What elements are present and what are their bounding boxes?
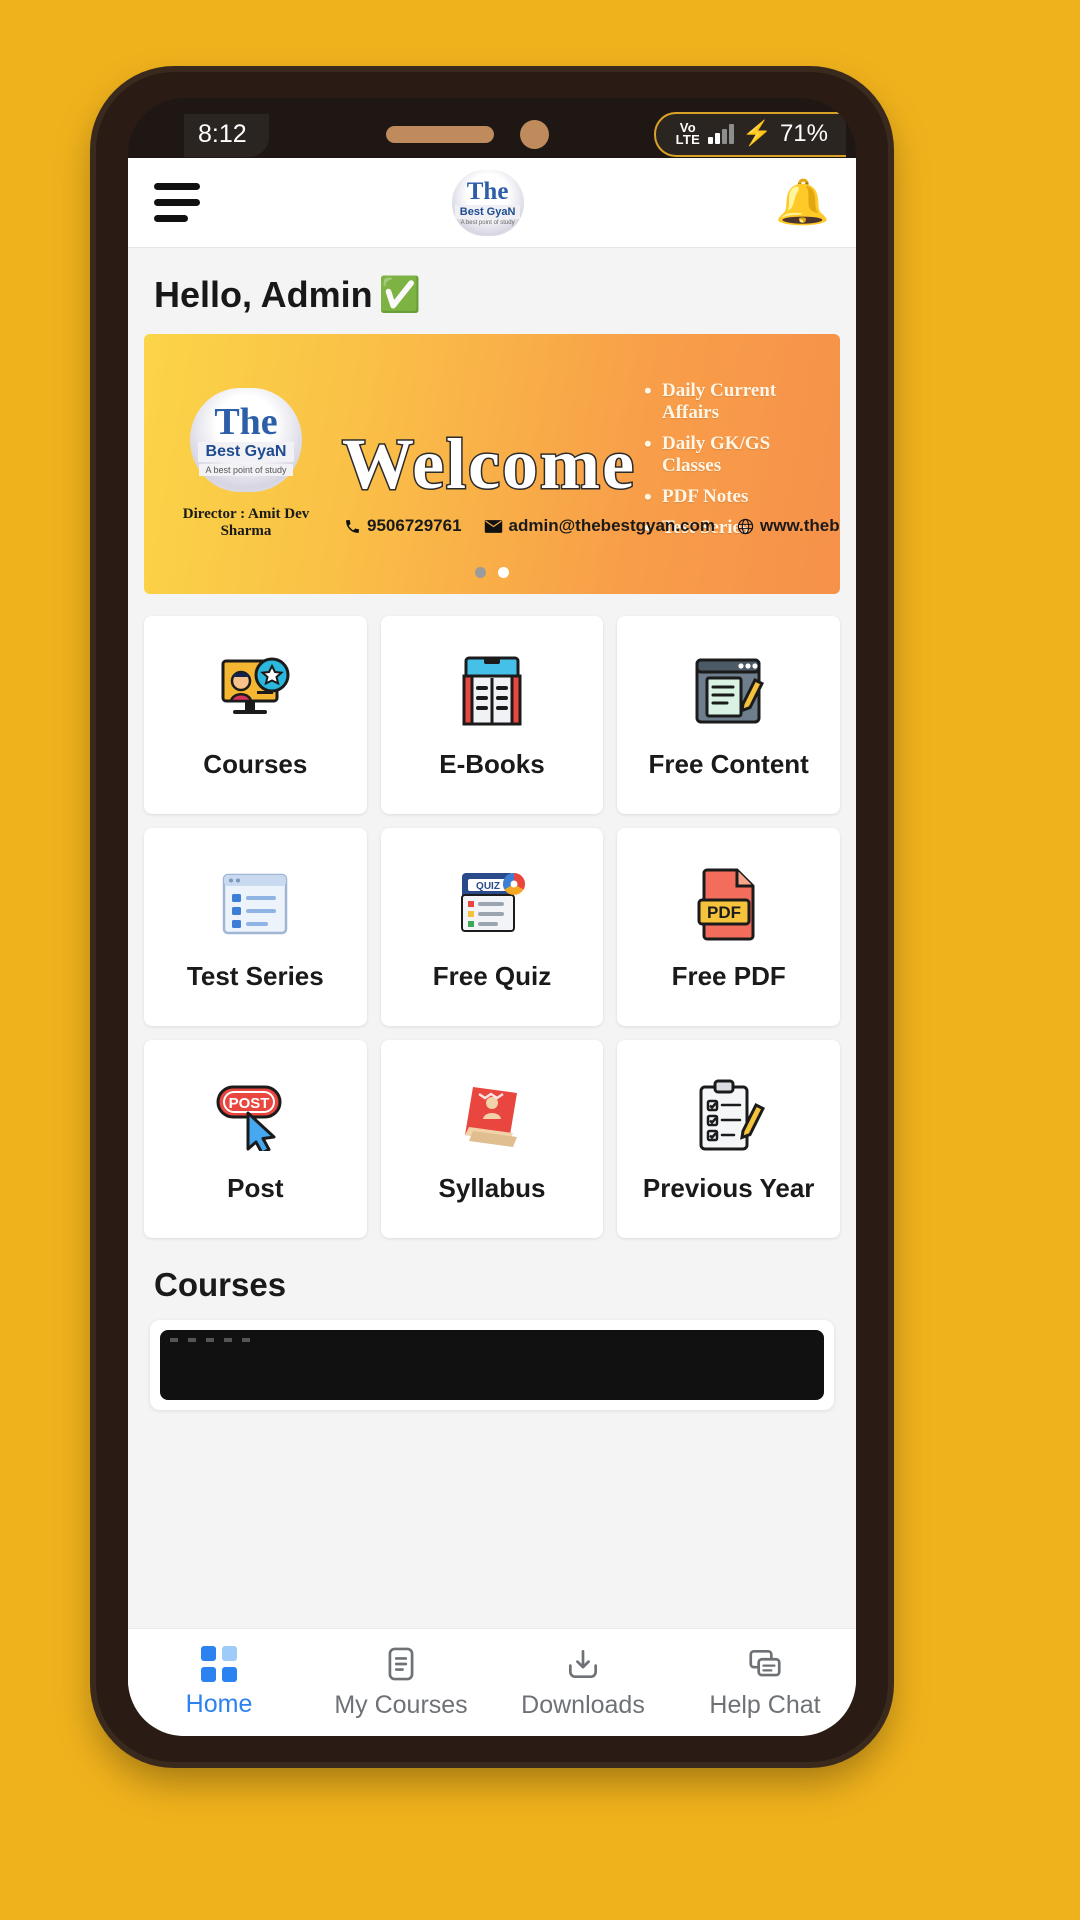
banner-phone-value: 9506729761 xyxy=(367,516,462,535)
tile-label: Test Series xyxy=(186,960,324,991)
banner-logo: The Best GyaN A best point of study xyxy=(190,388,302,492)
tile-syllabus[interactable]: Syllabus xyxy=(380,1040,604,1238)
post-cursor-icon: POST xyxy=(212,1075,298,1157)
course-thumbnail xyxy=(160,1330,824,1400)
banner-email-value: admin@thebestgyan.com xyxy=(508,516,715,535)
promo-banner-carousel[interactable]: The Best GyaN A best point of study Dire… xyxy=(144,334,840,594)
banner-brand-block: The Best GyaN A best point of study Dire… xyxy=(144,388,334,540)
svg-text:POST: POST xyxy=(229,1095,270,1112)
greeting-label: Hello, Admin xyxy=(154,274,373,315)
pdf-file-icon: PDF xyxy=(695,863,763,945)
tile-label: Previous Year xyxy=(642,1172,815,1203)
nav-label: My Courses xyxy=(334,1691,468,1719)
phone-device-frame: 8:12 Vo LTE ⚡ 71% The Best GyaN A best po… xyxy=(96,72,888,1762)
tile-ebooks[interactable]: E-Books xyxy=(380,616,604,814)
greeting-text: Hello, Admin ✅ xyxy=(128,248,856,334)
document-lines-icon xyxy=(388,1647,414,1681)
tile-free-content[interactable]: Free Content xyxy=(617,616,840,814)
notes-pencil-window-icon xyxy=(691,651,767,733)
tile-free-pdf[interactable]: PDF Free PDF xyxy=(617,828,840,1026)
logo-word-mark: The xyxy=(466,178,509,205)
banner-website-value: www.thebestgyan.com xyxy=(760,516,840,535)
logo-tagline: A best point of study xyxy=(460,220,515,226)
banner-phone: 9506729761 xyxy=(344,516,462,536)
nav-label: Home xyxy=(185,1690,253,1718)
battery-percentage: 71% xyxy=(779,120,828,147)
svg-text:PDF: PDF xyxy=(707,903,741,922)
feature-tile-grid: Courses E-Books Free Content Test Series… xyxy=(128,594,856,1244)
carousel-dot-active[interactable] xyxy=(498,567,509,578)
nav-label: Downloads xyxy=(521,1691,645,1719)
tile-free-quiz[interactable]: QUIZ Free Quiz xyxy=(380,828,604,1026)
banner-headline: Welcome xyxy=(341,422,636,505)
bell-icon[interactable]: 🔔 xyxy=(775,180,830,225)
carousel-dots[interactable] xyxy=(144,567,840,578)
nav-item-my-courses[interactable]: My Courses xyxy=(310,1645,492,1720)
hamburger-menu-icon[interactable] xyxy=(154,183,200,222)
tile-post[interactable]: POST Post xyxy=(144,1040,367,1238)
banner-headline-block: Welcome xyxy=(334,422,644,506)
front-camera-dot xyxy=(520,120,549,149)
download-tray-icon xyxy=(568,1649,598,1679)
nav-item-downloads[interactable]: Downloads xyxy=(492,1645,674,1720)
tile-label: Syllabus xyxy=(438,1172,546,1203)
banner-feature-item: PDF Notes xyxy=(644,484,830,510)
banner-feature-item: Daily Current Affairs xyxy=(644,378,830,424)
course-card[interactable] xyxy=(150,1320,834,1410)
phone-screen: 8:12 Vo LTE ⚡ 71% The Best GyaN A best po… xyxy=(128,98,856,1736)
status-bar: 8:12 Vo LTE ⚡ 71% xyxy=(128,98,856,176)
banner-feature-item: Daily GK/GS Classes xyxy=(644,431,830,477)
nav-label: Help Chat xyxy=(709,1691,821,1719)
list-window-icon xyxy=(218,863,292,945)
verified-check-icon: ✅ xyxy=(378,276,422,314)
banner-logo-word-mark: The xyxy=(214,400,278,443)
nav-item-home[interactable]: Home xyxy=(128,1646,310,1719)
quiz-screen-icon: QUIZ xyxy=(454,863,530,945)
globe-icon xyxy=(737,518,754,534)
tile-label: Free Content xyxy=(648,748,809,779)
banner-director-line: Director : Amit Dev Sharma xyxy=(182,506,310,539)
logo-sub-mark: Best GyaN xyxy=(454,205,521,219)
tile-courses[interactable]: Courses xyxy=(144,616,367,814)
signal-strength-icon xyxy=(708,124,735,144)
nav-item-help-chat[interactable]: Help Chat xyxy=(674,1645,856,1720)
app-logo: The Best GyaN A best point of study xyxy=(451,169,524,236)
open-book-tablet-icon xyxy=(456,651,528,733)
tile-label: Post xyxy=(227,1172,284,1203)
svg-text:QUIZ: QUIZ xyxy=(476,881,500,892)
tile-label: E-Books xyxy=(439,748,545,779)
tile-label: Courses xyxy=(203,748,308,779)
tile-label: Free PDF xyxy=(671,960,786,991)
app-viewport: The Best GyaN A best point of study 🔔 He… xyxy=(128,158,856,1736)
banner-email: admin@thebestgyan.com xyxy=(484,516,715,536)
banner-logo-sub-mark: Best GyaN xyxy=(197,442,295,463)
phone-icon xyxy=(346,519,359,533)
banner-contact-row: 9506729761 admin@thebestgyan.com www.the… xyxy=(344,516,840,536)
envelope-icon xyxy=(484,519,502,533)
status-indicators: Vo LTE ⚡ 71% xyxy=(653,112,846,157)
section-title-courses: Courses xyxy=(154,1266,287,1303)
carousel-dot[interactable] xyxy=(475,567,486,578)
bottom-navigation-bar: Home My Courses Downloads Help Chat xyxy=(128,1628,856,1736)
banner-website: www.thebestgyan.com xyxy=(737,516,840,536)
teacher-presentation-icon xyxy=(215,651,295,733)
red-book-icon xyxy=(455,1075,529,1157)
tile-test-series[interactable]: Test Series xyxy=(144,828,367,1026)
lightning-bolt-icon: ⚡ xyxy=(742,120,772,147)
status-clock: 8:12 xyxy=(184,114,269,157)
speaker-pill xyxy=(386,126,494,143)
tile-previous-year[interactable]: Previous Year xyxy=(617,1040,840,1238)
tile-label: Free Quiz xyxy=(432,960,552,991)
chat-bubbles-icon xyxy=(749,1649,781,1677)
banner-logo-tagline: A best point of study xyxy=(199,464,293,477)
grid-squares-icon xyxy=(201,1646,237,1682)
clipboard-checklist-icon xyxy=(691,1075,767,1157)
volte-icon: Vo LTE xyxy=(675,120,701,147)
